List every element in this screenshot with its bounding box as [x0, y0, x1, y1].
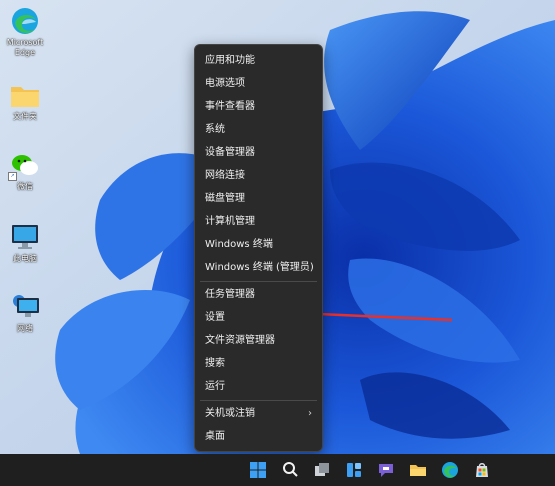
- menu-item-label: 文件资源管理器: [205, 335, 275, 346]
- menu-item-label: 关机或注销: [205, 408, 255, 419]
- menu-item-computer-management[interactable]: 计算机管理: [195, 210, 322, 233]
- menu-item-apps-features[interactable]: 应用和功能: [195, 49, 322, 72]
- menu-separator: [200, 281, 317, 282]
- menu-item-desktop[interactable]: 桌面: [195, 425, 322, 448]
- menu-item-label: 计算机管理: [205, 216, 255, 227]
- menu-item-label: 任务管理器: [205, 289, 255, 300]
- menu-item-label: 应用和功能: [205, 55, 255, 66]
- menu-item-label: 设备管理器: [205, 147, 255, 158]
- menu-item-label: 搜索: [205, 358, 225, 369]
- menu-item-file-explorer[interactable]: 文件资源管理器: [195, 329, 322, 352]
- search-icon[interactable]: [280, 460, 300, 480]
- menu-item-label: 磁盘管理: [205, 193, 245, 204]
- store-icon[interactable]: [472, 460, 492, 480]
- edge-icon[interactable]: [440, 460, 460, 480]
- menu-item-label: 事件查看器: [205, 101, 255, 112]
- menu-item-label: 运行: [205, 381, 225, 392]
- file-explorer-icon[interactable]: [408, 460, 428, 480]
- menu-item-label: 网络连接: [205, 170, 245, 181]
- menu-item-system[interactable]: 系统: [195, 118, 322, 141]
- menu-item-shutdown-signout[interactable]: 关机或注销 ›: [195, 402, 322, 425]
- menu-item-search[interactable]: 搜索: [195, 352, 322, 375]
- menu-separator: [200, 400, 317, 401]
- taskbar: [0, 454, 555, 486]
- winx-context-menu: 应用和功能 电源选项 事件查看器 系统 设备管理器 网络连接 磁盘管理 计算机管…: [194, 44, 323, 452]
- menu-item-label: 桌面: [205, 431, 225, 442]
- menu-item-disk-management[interactable]: 磁盘管理: [195, 187, 322, 210]
- menu-item-run[interactable]: 运行: [195, 375, 322, 398]
- menu-item-label: 电源选项: [205, 78, 245, 89]
- menu-item-settings[interactable]: 设置: [195, 306, 322, 329]
- menu-item-windows-terminal[interactable]: Windows 终端: [195, 233, 322, 256]
- menu-item-label: Windows 终端: [205, 239, 273, 250]
- menu-item-device-manager[interactable]: 设备管理器: [195, 141, 322, 164]
- menu-item-network-connections[interactable]: 网络连接: [195, 164, 322, 187]
- task-view-icon[interactable]: [312, 460, 332, 480]
- menu-item-event-viewer[interactable]: 事件查看器: [195, 95, 322, 118]
- menu-item-task-manager[interactable]: 任务管理器: [195, 283, 322, 306]
- menu-item-label: 系统: [205, 124, 225, 135]
- menu-item-power-options[interactable]: 电源选项: [195, 72, 322, 95]
- widgets-icon[interactable]: [344, 460, 364, 480]
- chevron-right-icon: ›: [308, 408, 312, 419]
- menu-item-label: Windows 终端 (管理员): [205, 262, 314, 273]
- start-icon[interactable]: [248, 460, 268, 480]
- menu-item-windows-terminal-admin[interactable]: Windows 终端 (管理员): [195, 256, 322, 279]
- menu-item-label: 设置: [205, 312, 225, 323]
- teams-chat-icon[interactable]: [376, 460, 396, 480]
